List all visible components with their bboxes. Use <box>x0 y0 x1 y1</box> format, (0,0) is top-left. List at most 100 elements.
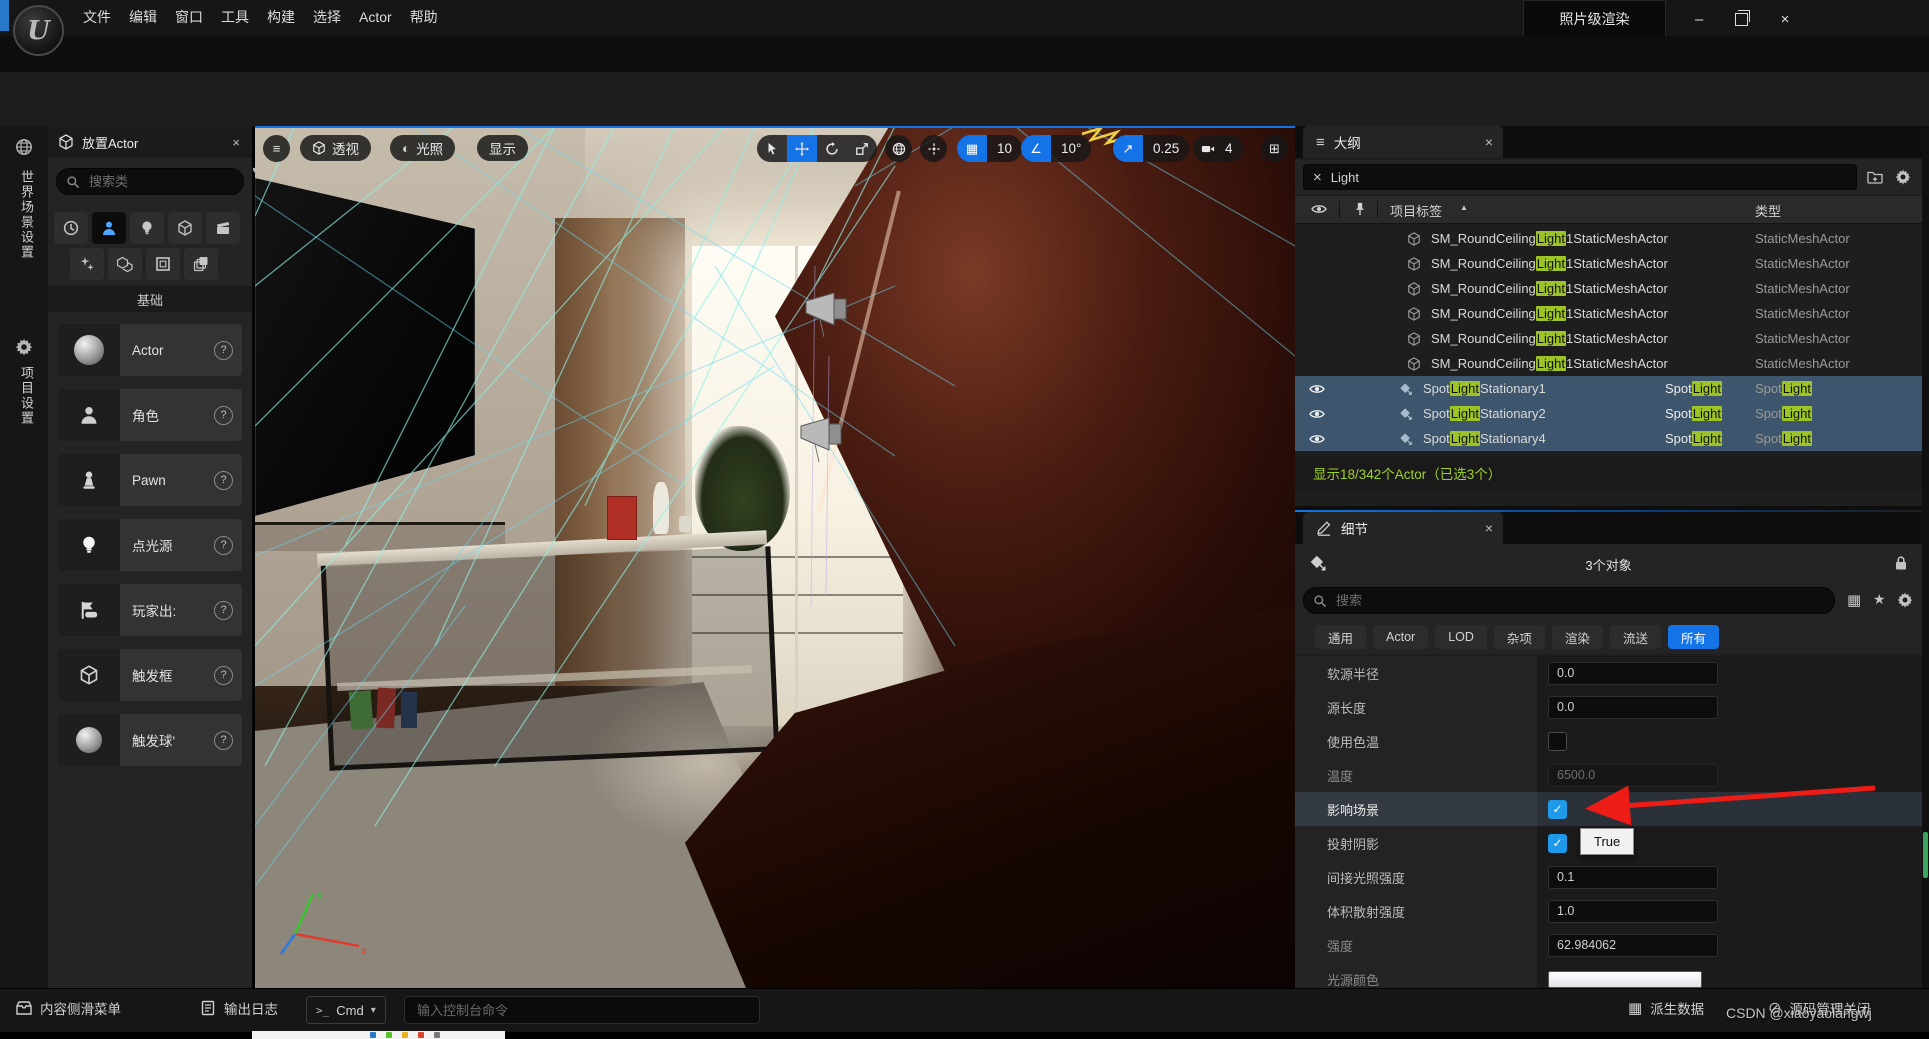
minimize-button[interactable]: – <box>1684 8 1714 30</box>
eye-icon[interactable] <box>1309 431 1325 447</box>
filter-lod[interactable]: LOD <box>1435 625 1487 649</box>
label-column-header[interactable]: 项目标签 <box>1390 201 1442 220</box>
category-shapes[interactable] <box>168 212 202 244</box>
surface-snap-toggle[interactable] <box>920 135 947 162</box>
filter-general[interactable]: 通用 <box>1315 625 1366 649</box>
rotate-tool[interactable] <box>817 135 847 162</box>
category-volumes[interactable] <box>108 248 142 280</box>
scale-snap-control[interactable]: ↗ 0.25 <box>1113 135 1189 162</box>
close-button[interactable]: × <box>1770 8 1800 30</box>
place-item-trigger-sphere[interactable]: 触发球' ? <box>58 714 242 766</box>
display-options-icon[interactable]: ▦ <box>1847 591 1861 609</box>
menu-actor[interactable]: Actor <box>350 2 401 32</box>
outliner-row[interactable]: SM_RoundCeilingLight1StaticMeshActor Sta… <box>1295 301 1922 326</box>
select-tool[interactable] <box>757 135 787 162</box>
outliner-row-selected[interactable]: SpotLightStationary1 SpotLight SpotLight <box>1295 376 1922 401</box>
world-settings-icon[interactable] <box>15 138 33 156</box>
spotlight-gizmo[interactable] <box>795 416 851 464</box>
close-icon[interactable]: × <box>232 135 240 150</box>
perspective-dropdown[interactable]: 透视 <box>300 135 371 161</box>
volumetric-scattering-input[interactable] <box>1548 900 1718 923</box>
eye-icon[interactable] <box>1309 406 1325 422</box>
outliner-search-input[interactable] <box>1329 169 1847 186</box>
menu-window[interactable]: 窗口 <box>166 2 212 32</box>
spotlight-gizmo[interactable] <box>800 291 856 339</box>
level-viewport[interactable]: yx ≡ 透视 ◐ 光照 显示 ▦ 10 ∠ 10° ↗ 0.25 4 ⊞ <box>255 126 1295 988</box>
place-item-pawn[interactable]: Pawn ? <box>58 454 242 506</box>
place-item-point-light[interactable]: 点光源 ? <box>58 519 242 571</box>
rail-world-settings[interactable]: 世界场景设置 <box>17 170 36 260</box>
close-icon[interactable]: × <box>1485 520 1493 536</box>
menu-build[interactable]: 构建 <box>258 2 304 32</box>
details-search-input[interactable] <box>1334 592 1825 609</box>
visibility-column-icon[interactable] <box>1311 201 1327 217</box>
clear-search-icon[interactable]: × <box>1313 169 1322 186</box>
place-item-trigger-box[interactable]: 触发框 ? <box>58 649 242 701</box>
camera-speed-control[interactable]: 4 <box>1193 135 1243 162</box>
outliner-row-selected[interactable]: SpotLightStationary2 SpotLight SpotLight <box>1295 401 1922 426</box>
category-basic[interactable] <box>92 212 126 244</box>
favorites-icon[interactable]: ★ <box>1873 591 1886 608</box>
place-item-player-start[interactable]: 玩家出: ? <box>58 584 242 636</box>
temperature-input[interactable] <box>1548 764 1718 787</box>
type-column-header[interactable]: 类型 <box>1755 201 1781 220</box>
place-search-input[interactable] <box>87 173 234 190</box>
lit-mode-dropdown[interactable]: ◐ 光照 <box>390 135 455 161</box>
gear-icon[interactable] <box>1895 169 1911 185</box>
details-tab[interactable]: 细节 × <box>1303 512 1503 544</box>
scrollbar-thumb[interactable] <box>1923 832 1928 878</box>
cast-shadows-checkbox[interactable]: ✓ <box>1548 834 1567 853</box>
pin-column-icon[interactable] <box>1353 202 1367 216</box>
menu-tools[interactable]: 工具 <box>212 2 258 32</box>
category-recent[interactable] <box>54 212 88 244</box>
indirect-intensity-input[interactable] <box>1548 866 1718 889</box>
outliner-row[interactable]: SM_RoundCeilingLight1StaticMeshActor Sta… <box>1295 226 1922 251</box>
page-scrollbar[interactable] <box>1922 126 1929 988</box>
intensity-input[interactable] <box>1548 934 1718 957</box>
lock-icon[interactable] <box>1893 555 1909 571</box>
outliner-row[interactable]: SM_RoundCeilingLight1StaticMeshActor Sta… <box>1295 351 1922 376</box>
outliner-tab[interactable]: ≡ 大纲 × <box>1303 126 1503 158</box>
scale-tool[interactable] <box>847 135 877 162</box>
details-search[interactable] <box>1303 587 1835 614</box>
close-icon[interactable]: × <box>1485 134 1493 150</box>
use-temperature-checkbox[interactable] <box>1548 732 1567 751</box>
move-tool[interactable] <box>787 135 817 162</box>
soft-source-radius-input[interactable] <box>1548 662 1718 685</box>
menu-select[interactable]: 选择 <box>304 2 350 32</box>
category-all[interactable] <box>184 248 218 280</box>
filter-rendering[interactable]: 渲染 <box>1552 625 1603 649</box>
affects-world-checkbox[interactable]: ✓ <box>1548 800 1567 819</box>
place-search[interactable] <box>56 168 244 195</box>
outliner-row[interactable]: SM_RoundCeilingLight1StaticMeshActor Sta… <box>1295 326 1922 351</box>
project-settings-icon[interactable] <box>15 338 33 356</box>
show-dropdown[interactable]: 显示 <box>477 135 528 161</box>
filter-streaming[interactable]: 流送 <box>1610 625 1661 649</box>
filter-all[interactable]: 所有 <box>1668 625 1719 649</box>
grid-snap-control[interactable]: ▦ 10 <box>957 135 1022 162</box>
maximize-button[interactable] <box>1726 8 1756 30</box>
source-length-input[interactable] <box>1548 696 1718 719</box>
rotation-snap-control[interactable]: ∠ 10° <box>1021 135 1091 162</box>
menu-help[interactable]: 帮助 <box>401 2 447 32</box>
filter-actor[interactable]: Actor <box>1373 625 1428 649</box>
console-command-input[interactable] <box>404 996 760 1024</box>
place-item-actor[interactable]: Actor ? <box>58 324 242 376</box>
menu-edit[interactable]: 编辑 <box>120 2 166 32</box>
world-space-toggle[interactable] <box>885 135 912 162</box>
category-ui[interactable] <box>146 248 180 280</box>
gear-icon[interactable] <box>1897 592 1913 608</box>
menu-file[interactable]: 文件 <box>74 2 120 32</box>
outliner-row-selected[interactable]: SpotLightStationary4 SpotLight SpotLight <box>1295 426 1922 451</box>
outliner-search[interactable]: × <box>1303 164 1857 190</box>
viewport-options-menu[interactable]: ≡ <box>263 135 290 162</box>
content-drawer-button[interactable]: 内容侧滑菜单 <box>16 998 121 1018</box>
derived-data-button[interactable]: ▦ 派生数据 <box>1628 998 1704 1018</box>
output-log-button[interactable]: 输出日志 <box>200 998 278 1018</box>
category-effects[interactable] <box>70 248 104 280</box>
add-folder-icon[interactable] <box>1867 169 1883 185</box>
outliner-row[interactable]: SM_RoundCeilingLight1StaticMeshActor Sta… <box>1295 276 1922 301</box>
outliner-row[interactable]: SM_RoundCeilingLight1StaticMeshActor Sta… <box>1295 251 1922 276</box>
rail-project-settings[interactable]: 项目设置 <box>17 366 36 426</box>
place-item-character[interactable]: 角色 ? <box>58 389 242 441</box>
